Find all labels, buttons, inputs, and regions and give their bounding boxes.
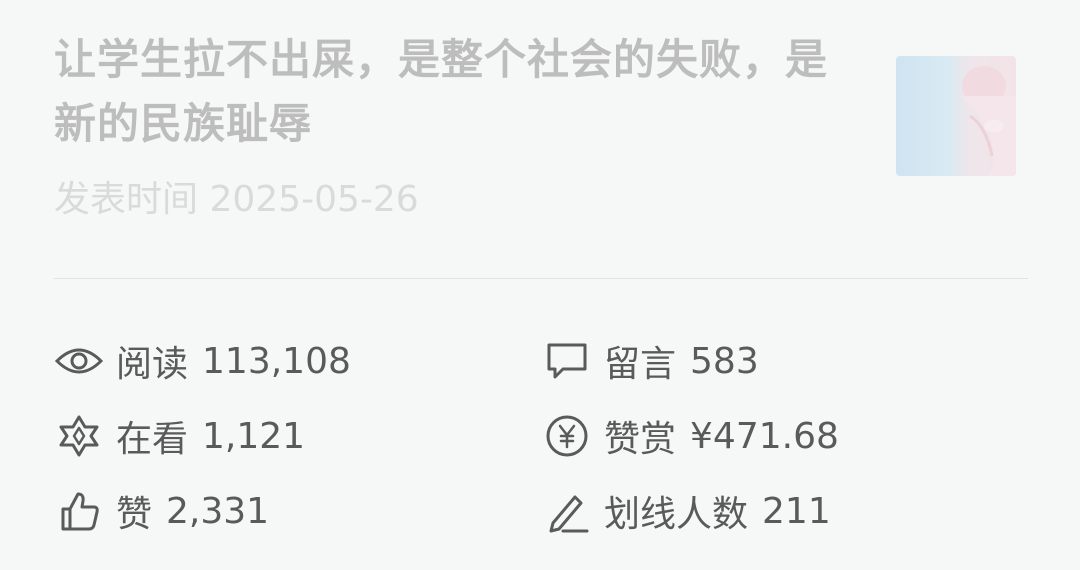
publish-label: 发表时间 (54, 179, 199, 220)
article-thumbnail[interactable] (896, 56, 1016, 176)
tips-value: ¥471.68 (690, 415, 839, 457)
divider (54, 278, 1028, 279)
reads-value: 113,108 (202, 340, 351, 382)
highlights-value: 211 (762, 490, 831, 532)
highlights-label: 划线人数 (604, 494, 749, 535)
stat-likes: 赞 2,331 (54, 486, 269, 536)
stat-watching: 在看 1,121 (54, 411, 305, 461)
stat-reads: 阅读 113,108 (54, 336, 351, 386)
tips-label: 赞赏 (604, 419, 677, 460)
stat-tips: 赞赏 ¥471.68 (542, 411, 839, 461)
comment-icon (542, 336, 592, 386)
star-icon (54, 411, 104, 461)
stat-comments: 留言 583 (542, 336, 759, 386)
publish-date: 2025-05-26 (209, 179, 419, 220)
likes-value: 2,331 (166, 490, 270, 532)
article-stats-card: 让学生拉不出屎，是整个社会的失败，是新的民族耻辱 发表时间 2025-05-26… (0, 0, 1080, 570)
yuan-icon (542, 411, 592, 461)
pen-icon (542, 486, 592, 536)
eye-icon (54, 336, 104, 386)
likes-label: 赞 (116, 494, 153, 535)
stat-highlights: 划线人数 211 (542, 486, 831, 536)
comments-label: 留言 (604, 344, 677, 385)
comments-value: 583 (690, 340, 759, 382)
watching-value: 1,121 (202, 415, 306, 457)
thumbs-up-icon (54, 486, 104, 536)
watching-label: 在看 (116, 419, 189, 460)
thumbnail-image (960, 66, 1016, 176)
publish-time: 发表时间 2025-05-26 (54, 178, 419, 222)
article-title[interactable]: 让学生拉不出屎，是整个社会的失败，是新的民族耻辱 (54, 28, 854, 156)
reads-label: 阅读 (116, 344, 189, 385)
